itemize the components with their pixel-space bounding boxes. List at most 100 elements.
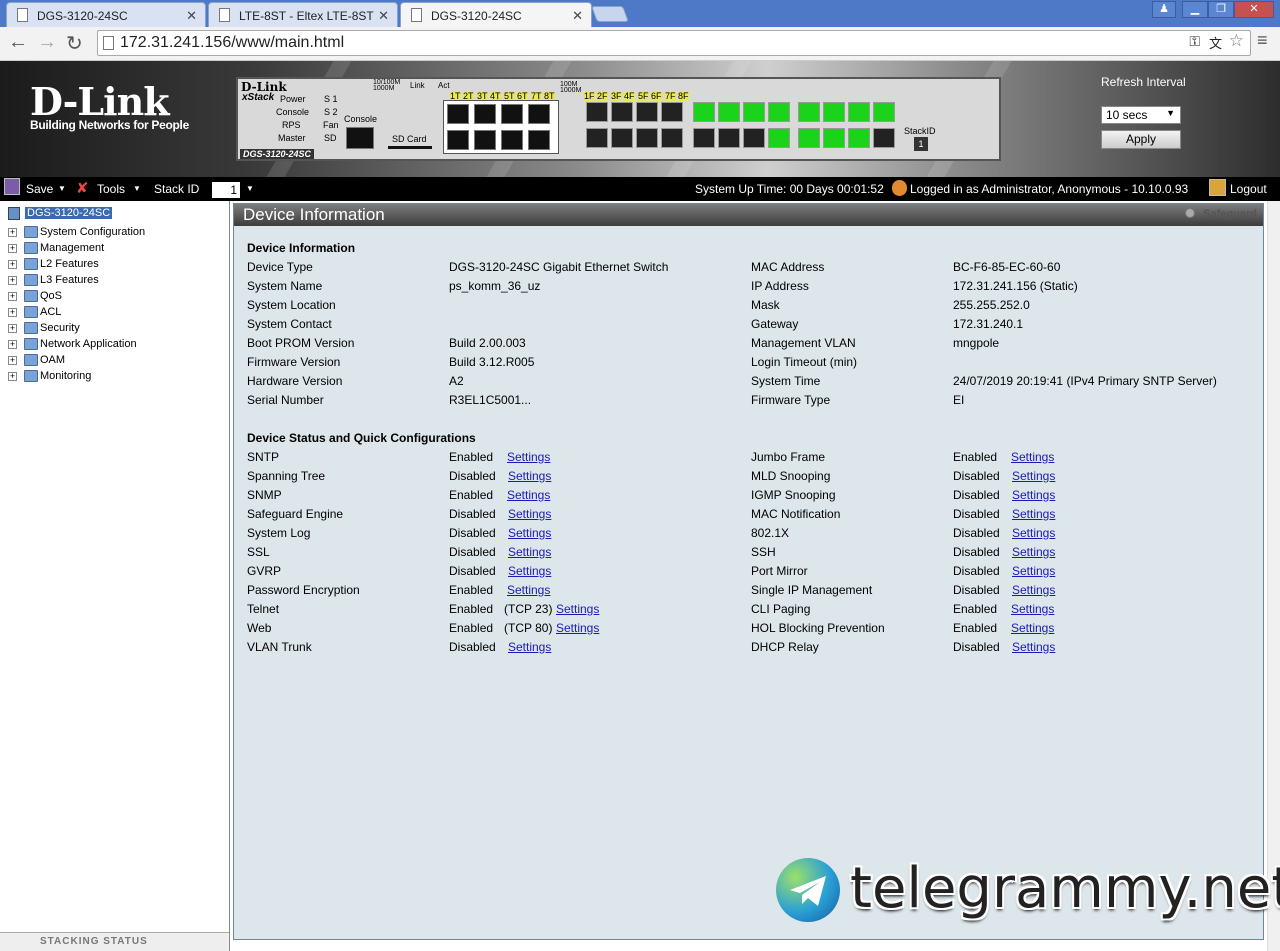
combo-port[interactable] [636,102,658,122]
stack-id-select[interactable]: 1 [212,182,240,198]
sfp-port[interactable] [873,102,895,122]
expand-icon[interactable]: + [8,244,17,253]
expand-icon[interactable]: + [8,340,17,349]
key-icon[interactable] [1209,179,1226,196]
copper-port[interactable] [528,104,550,124]
settings-link[interactable]: Settings [507,583,550,597]
settings-link[interactable]: Settings [508,469,551,483]
copper-port[interactable] [501,130,523,150]
profile-icon[interactable]: ♟ [1152,1,1176,18]
settings-link[interactable]: Settings [1012,564,1055,578]
settings-link[interactable]: Settings [508,545,551,559]
url-input[interactable]: 172.31.241.156/www/main.html ⚿ 文 ☆ [97,30,1251,56]
settings-link[interactable]: Settings [508,507,551,521]
close-tab-icon[interactable]: ✕ [378,8,389,24]
combo-port[interactable] [586,102,608,122]
combo-port[interactable] [661,128,683,148]
save-menu[interactable]: Save [26,182,53,196]
sfp-port[interactable] [823,128,845,148]
close-tab-icon[interactable]: ✕ [572,8,583,24]
sfp-port[interactable] [848,128,870,148]
combo-port[interactable] [611,128,633,148]
stacking-status-bar[interactable]: Stacking Status [0,932,229,951]
scrollbar[interactable] [1267,201,1280,951]
copper-port[interactable] [501,104,523,124]
key-icon[interactable]: ⚿ [1189,33,1200,50]
apply-button[interactable]: Apply [1101,130,1181,149]
refresh-interval-select[interactable]: 10 secs ▼ [1101,106,1181,124]
back-icon[interactable]: ← [8,31,28,54]
sfp-port[interactable] [798,128,820,148]
new-tab-button[interactable] [591,6,629,22]
settings-link[interactable]: Settings [1011,450,1054,464]
settings-link[interactable]: Settings [1012,583,1055,597]
chevron-down-icon[interactable]: ▼ [246,184,254,193]
browser-tab[interactable]: DGS-3120-24SC ✕ [6,2,206,27]
copper-port[interactable] [447,104,469,124]
combo-port[interactable] [586,128,608,148]
settings-link[interactable]: Settings [508,640,551,654]
chevron-down-icon[interactable]: ▼ [58,184,66,193]
expand-icon[interactable]: + [8,260,17,269]
settings-link[interactable]: Settings [556,621,599,635]
sfp-port[interactable] [743,102,765,122]
settings-link[interactable]: Settings [1011,602,1054,616]
expand-icon[interactable]: + [8,372,17,381]
settings-link[interactable]: Settings [507,488,550,502]
copper-port[interactable] [528,130,550,150]
sfp-port[interactable] [743,128,765,148]
console-port[interactable] [346,127,374,149]
forward-icon[interactable]: → [37,31,57,54]
settings-link[interactable]: Settings [507,450,550,464]
expand-icon[interactable]: + [8,308,17,317]
restore-button[interactable]: ❐ [1208,1,1234,18]
sfp-port[interactable] [823,102,845,122]
sfp-port[interactable] [768,128,790,148]
sfp-port[interactable] [798,102,820,122]
copper-port[interactable] [474,130,496,150]
expand-icon[interactable]: + [8,356,17,365]
settings-link[interactable]: Settings [508,564,551,578]
expand-icon[interactable]: + [8,276,17,285]
browser-tab-active[interactable]: DGS-3120-24SC ✕ [400,2,592,27]
info-value: 172.31.240.1 [953,317,1024,331]
settings-link[interactable]: Settings [1012,526,1055,540]
sfp-port[interactable] [693,128,715,148]
tools-icon[interactable]: ✘ [76,179,89,197]
settings-link[interactable]: Settings [1012,469,1055,483]
sfp-port[interactable] [873,128,895,148]
close-tab-icon[interactable]: ✕ [186,8,197,24]
menu-icon[interactable]: ≡ [1257,30,1268,51]
reload-icon[interactable]: ↻ [66,31,83,56]
chevron-down-icon[interactable]: ▼ [133,184,141,193]
logout-link[interactable]: Logout [1230,182,1267,196]
settings-link[interactable]: Settings [1012,507,1055,521]
settings-link[interactable]: Settings [508,526,551,540]
settings-link[interactable]: Settings [1012,640,1055,654]
info-value: 24/07/2019 20:19:41 (IPv4 Primary SNTP S… [953,374,1217,388]
copper-port[interactable] [474,104,496,124]
close-window-button[interactable]: ✕ [1234,1,1274,18]
sfp-port[interactable] [693,102,715,122]
save-icon[interactable] [4,178,20,195]
expand-icon[interactable]: + [8,228,17,237]
tools-menu[interactable]: Tools [97,182,125,196]
settings-link[interactable]: Settings [1012,488,1055,502]
combo-port[interactable] [661,102,683,122]
star-icon[interactable]: ☆ [1229,31,1244,51]
expand-icon[interactable]: + [8,324,17,333]
combo-port[interactable] [636,128,658,148]
combo-port[interactable] [611,102,633,122]
settings-link[interactable]: Settings [1012,545,1055,559]
settings-link[interactable]: Settings [556,602,599,616]
expand-icon[interactable]: + [8,292,17,301]
browser-tab[interactable]: LTE-8ST - Eltex LTE-8ST ✕ [208,2,398,27]
sfp-port[interactable] [848,102,870,122]
minimize-button[interactable]: ▁ [1182,1,1208,18]
sfp-port[interactable] [718,102,740,122]
copper-port[interactable] [447,130,469,150]
sfp-port[interactable] [768,102,790,122]
settings-link[interactable]: Settings [1011,621,1054,635]
sfp-port[interactable] [718,128,740,148]
translate-icon[interactable]: 文 [1209,33,1222,52]
